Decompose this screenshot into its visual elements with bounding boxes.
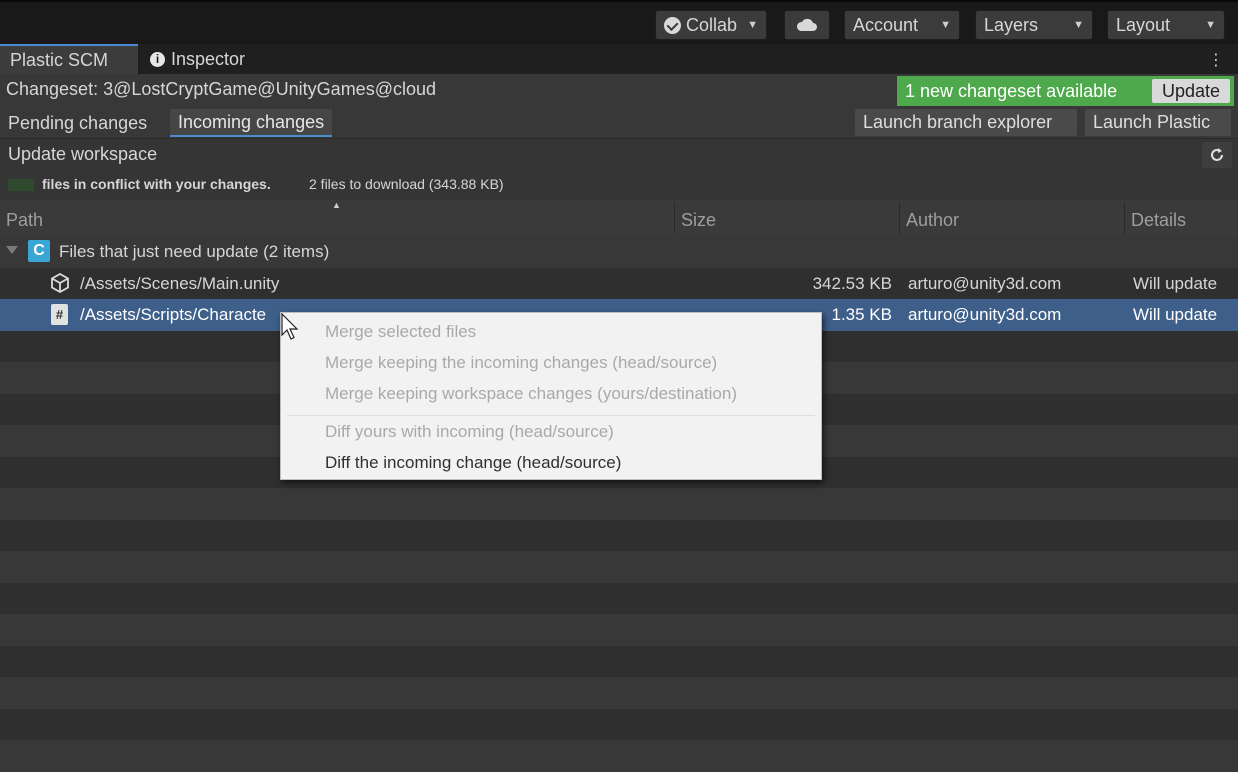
row-author: arturo@unity3d.com xyxy=(908,305,1062,324)
view-switcher-bar: Pending changes Incoming changes Launch … xyxy=(0,106,1238,138)
menu-item-diff-yours-incoming[interactable]: Diff yours with incoming (head/source) xyxy=(325,422,614,442)
changeset-bar: Changeset: 3@LostCryptGame@UnityGames@cl… xyxy=(0,74,1238,106)
caret-down-icon: ▼ xyxy=(940,19,951,31)
cloud-button[interactable] xyxy=(784,10,830,40)
header-path[interactable]: Path xyxy=(6,210,43,231)
empty-row xyxy=(0,708,1238,740)
row-details: Will update xyxy=(1133,305,1218,324)
mouse-cursor-icon xyxy=(281,313,299,340)
empty-row xyxy=(0,551,1238,583)
unity-scene-icon xyxy=(50,272,70,298)
caret-down-icon: ▼ xyxy=(747,19,758,31)
tab-pending-changes[interactable]: Pending changes xyxy=(0,109,155,137)
group-label: Files that just need update (2 items) xyxy=(59,242,330,261)
row-size: 1.35 KB xyxy=(831,305,893,324)
update-workspace-label[interactable]: Update workspace xyxy=(8,144,157,165)
refresh-button[interactable] xyxy=(1202,142,1232,168)
caret-down-icon: ▼ xyxy=(1073,19,1084,31)
column-divider[interactable] xyxy=(674,202,675,234)
collab-label: Collab xyxy=(686,14,738,35)
menu-item-merge-selected[interactable]: Merge selected files xyxy=(325,322,476,342)
table-header: ▲ Path Size Author Details xyxy=(0,200,1238,236)
layout-label: Layout xyxy=(1116,14,1171,35)
tab-incoming-changes[interactable]: Incoming changes xyxy=(170,109,333,137)
column-divider[interactable] xyxy=(1124,202,1125,234)
row-author: arturo@unity3d.com xyxy=(908,273,1062,293)
cloud-icon xyxy=(796,18,817,31)
tab-label: Plastic SCM xyxy=(10,49,109,70)
notice-text: 1 new changeset available xyxy=(905,80,1118,101)
new-changeset-notice: 1 new changeset available Update xyxy=(897,76,1234,106)
empty-row xyxy=(0,740,1238,772)
empty-row xyxy=(0,488,1238,520)
download-summary: 2 files to download (343.88 KB) xyxy=(309,176,504,192)
header-details[interactable]: Details xyxy=(1131,210,1186,231)
header-size[interactable]: Size xyxy=(681,210,716,231)
row-size: 342.53 KB xyxy=(812,273,892,293)
changeset-label: Changeset: 3@LostCryptGame@UnityGames@cl… xyxy=(6,79,436,99)
row-details: Will update xyxy=(1133,273,1218,293)
empty-row xyxy=(0,677,1238,709)
sort-ascending-icon: ▲ xyxy=(332,200,341,210)
row-path: /Assets/Scenes/Main.unity xyxy=(80,273,280,293)
launch-branch-explorer-button[interactable]: Launch branch explorer xyxy=(855,109,1077,136)
expand-caret-icon[interactable] xyxy=(6,246,18,254)
menu-separator xyxy=(287,415,815,416)
conflict-legend-swatch xyxy=(8,179,34,191)
layers-dropdown[interactable]: Layers ▼ xyxy=(975,10,1093,40)
update-workspace-bar: Update workspace xyxy=(0,138,1238,170)
column-divider[interactable] xyxy=(899,202,900,234)
account-dropdown[interactable]: Account ▼ xyxy=(844,10,960,40)
tab-label: Inspector xyxy=(171,48,246,69)
caret-down-icon: ▼ xyxy=(1205,19,1216,31)
account-label: Account xyxy=(853,14,919,35)
menu-item-merge-keep-incoming[interactable]: Merge keeping the incoming changes (head… xyxy=(325,353,717,373)
collab-button[interactable]: Collab ▼ xyxy=(655,10,767,40)
changed-badge-icon: C xyxy=(28,240,50,262)
incoming-summary-bar: files in conflict with your changes. 2 f… xyxy=(0,170,1238,200)
context-menu: Merge selected files Merge keeping the i… xyxy=(280,312,822,480)
empty-row xyxy=(0,582,1238,614)
info-icon: i xyxy=(150,51,165,67)
empty-row xyxy=(0,519,1238,551)
empty-row xyxy=(0,645,1238,677)
row-path: /Assets/Scripts/Characte xyxy=(80,305,267,324)
tab-inspector[interactable]: i Inspector xyxy=(140,44,270,74)
group-row[interactable]: C Files that just need update (2 items) xyxy=(0,236,1238,268)
check-circle-icon xyxy=(664,16,681,34)
conflict-legend-text: files in conflict with your changes. xyxy=(42,176,271,192)
tab-plastic-scm[interactable]: Plastic SCM xyxy=(0,44,138,74)
header-author[interactable]: Author xyxy=(906,210,959,231)
layout-dropdown[interactable]: Layout ▼ xyxy=(1107,10,1225,40)
csharp-file-icon: # xyxy=(51,304,68,325)
top-toolbar: Collab ▼ Account ▼ Layers ▼ Layout ▼ xyxy=(0,0,1238,44)
more-options-icon[interactable]: ⋮ xyxy=(1208,50,1224,70)
table-row[interactable]: /Assets/Scenes/Main.unity 342.53 KB artu… xyxy=(0,267,1238,299)
launch-plastic-button[interactable]: Launch Plastic xyxy=(1085,109,1231,136)
refresh-icon xyxy=(1211,148,1223,161)
window-tab-strip: Plastic SCM i Inspector ⋮ xyxy=(0,44,1238,74)
menu-item-merge-keep-workspace[interactable]: Merge keeping workspace changes (yours/d… xyxy=(325,384,737,404)
empty-row xyxy=(0,614,1238,646)
menu-item-diff-incoming-change[interactable]: Diff the incoming change (head/source) xyxy=(325,453,621,473)
layers-label: Layers xyxy=(984,14,1039,35)
update-button[interactable]: Update xyxy=(1151,79,1230,103)
